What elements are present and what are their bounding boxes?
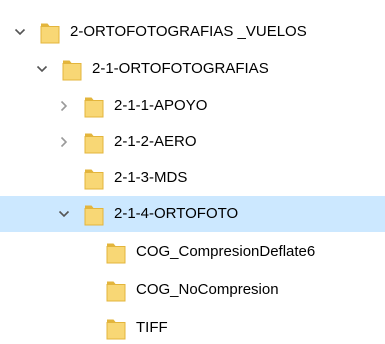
tree-item-label: COG_NoCompresion <box>136 281 279 298</box>
chevron-right-icon[interactable] <box>56 98 72 114</box>
folder-icon <box>84 202 104 226</box>
folder-icon <box>106 278 126 302</box>
tree-row-ortofoto[interactable]: 2-1-4-ORTOFOTO <box>0 196 385 232</box>
tree-row-cog-nocompresion[interactable]: COG_NoCompresion <box>0 272 385 308</box>
tree-item-label: TIFF <box>136 319 168 336</box>
folder-icon <box>84 94 104 118</box>
tree-item-label: 2-1-4-ORTOFOTO <box>114 205 239 222</box>
chevron-down-icon[interactable] <box>34 61 50 77</box>
tree-row-ortofotografias-vuelos[interactable]: 2-ORTOFOTOGRAFIAS _VUELOS <box>0 14 385 50</box>
tree-row-aero[interactable]: 2-1-2-AERO <box>0 124 385 160</box>
tree-row-apoyo[interactable]: 2-1-1-APOYO <box>0 88 385 124</box>
tree-row-ortofotografias[interactable]: 2-1-ORTOFOTOGRAFIAS <box>0 51 385 87</box>
tree-row-tiff[interactable]: TIFF <box>0 310 385 344</box>
tree-item-label: 2-ORTOFOTOGRAFIAS _VUELOS <box>70 23 307 40</box>
tree-row-cog-compresion-deflate6[interactable]: COG_CompresionDeflate6 <box>0 234 385 270</box>
chevron-right-icon[interactable] <box>56 134 72 150</box>
folder-icon <box>62 57 82 81</box>
tree-item-label: 2-1-1-APOYO <box>114 97 208 114</box>
folder-icon <box>84 130 104 154</box>
folder-icon <box>106 316 126 340</box>
chevron-down-icon[interactable] <box>56 206 72 222</box>
folder-tree: 2-ORTOFOTOGRAFIAS _VUELOS 2-1-ORTOFOTOGR… <box>0 0 385 344</box>
tree-row-mds[interactable]: 2-1-3-MDS <box>0 160 385 196</box>
folder-icon <box>106 240 126 264</box>
tree-item-label: 2-1-2-AERO <box>114 133 197 150</box>
tree-item-label: 2-1-3-MDS <box>114 169 188 186</box>
chevron-down-icon[interactable] <box>12 24 28 40</box>
folder-icon <box>40 20 60 44</box>
tree-item-label: 2-1-ORTOFOTOGRAFIAS <box>92 60 269 77</box>
folder-icon <box>84 166 104 190</box>
tree-item-label: COG_CompresionDeflate6 <box>136 243 316 260</box>
